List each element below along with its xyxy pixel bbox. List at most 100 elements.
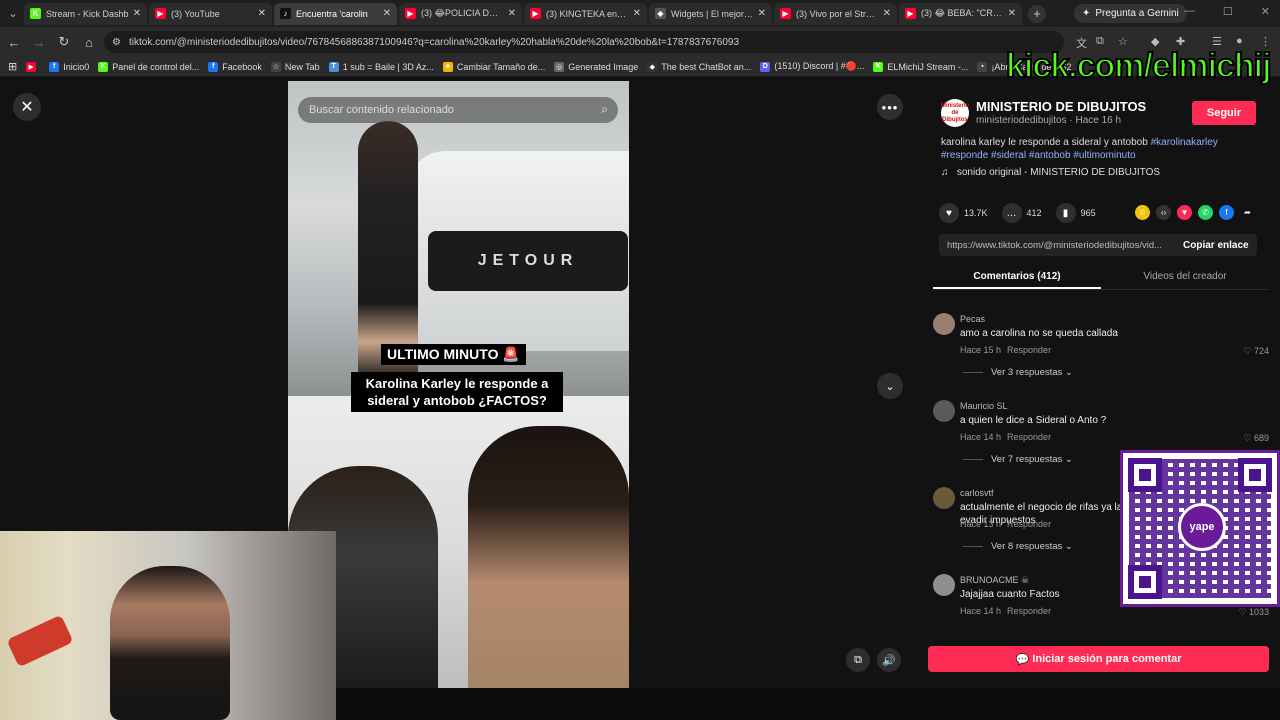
tab-creator-videos[interactable]: Videos del creador <box>1101 265 1269 289</box>
comment-meta: Hace 15 h Responder <box>960 345 1051 355</box>
bookmark-item[interactable]: D (1510) Discord | #🔴... <box>760 61 864 72</box>
floating-player-icon[interactable]: ⧉ <box>846 648 870 672</box>
close-video-button[interactable]: ✕ <box>13 93 41 121</box>
close-tab-icon[interactable]: ✕ <box>383 8 391 19</box>
reply-button[interactable]: Responder <box>1007 606 1051 616</box>
yape-logo: yape <box>1178 503 1226 551</box>
repost-icon[interactable]: ▼ <box>1177 205 1192 220</box>
commenter-name[interactable]: Mauricio SL <box>960 401 1008 411</box>
commenter-avatar[interactable] <box>933 574 955 596</box>
bookmark-label: Generated Image <box>568 61 639 72</box>
webcam-lamp <box>6 614 74 668</box>
view-replies-button[interactable]: Ver 7 respuestas ⌄ <box>963 454 1073 465</box>
reply-button[interactable]: Responder <box>1007 519 1051 529</box>
browser-tab[interactable]: ▶ (3) 😂POLICIA DETIE ✕ <box>399 2 522 25</box>
bookmark-label: Panel de control del... <box>112 61 200 72</box>
close-tab-icon[interactable]: ✕ <box>1008 8 1016 19</box>
comment-like-count: 689 <box>1253 433 1269 443</box>
browser-tab[interactable]: ▶ (3) YouTube ✕ <box>149 2 272 25</box>
save-button[interactable]: ▮ 965 <box>1055 203 1096 223</box>
bookmark-label: New Tab <box>284 61 320 72</box>
comment-like-button[interactable]: ♡ 1033 <box>1238 607 1269 618</box>
gemini-button[interactable]: ✦ Pregunta a Gemini <box>1074 4 1187 23</box>
commenter-name[interactable]: BRUNOACME ☠ <box>960 575 1029 586</box>
reply-button[interactable]: Responder <box>1007 432 1051 442</box>
whatsapp-icon[interactable]: ✆ <box>1198 205 1213 220</box>
close-tab-icon[interactable]: ✕ <box>508 8 516 19</box>
facebook-icon[interactable]: f <box>1219 205 1234 220</box>
profile-avatar-icon[interactable]: ● <box>1236 35 1243 47</box>
embed-icon[interactable]: ‹› <box>1156 205 1171 220</box>
bookmark-item[interactable]: ◎ Generated Image <box>554 61 638 72</box>
streamer-webcam <box>0 531 336 720</box>
more-options-button[interactable]: ••• <box>877 94 903 120</box>
browser-tab[interactable]: K Stream - Kick Dashb ✕ <box>24 2 147 25</box>
friends-share-icon[interactable]: ☺ <box>1135 205 1150 220</box>
follow-button[interactable]: Seguir <box>1192 101 1256 125</box>
apps-grid-icon[interactable]: ⊞ <box>8 60 17 73</box>
volume-icon[interactable]: 🔊 <box>877 648 901 672</box>
commenter-avatar[interactable] <box>933 400 955 422</box>
share-arrow-icon[interactable]: ➦ <box>1240 205 1255 220</box>
close-tab-icon[interactable]: ✕ <box>883 8 891 19</box>
close-tab-icon[interactable]: ✕ <box>133 8 141 19</box>
back-icon[interactable]: ← <box>3 31 25 53</box>
browser-tab[interactable]: ▶ (3) 😂 BEBA: "CRÉEme ✕ <box>899 2 1022 25</box>
browser-tab[interactable]: ◆ Widgets | El mejor so ✕ <box>649 2 772 25</box>
forward-icon[interactable]: → <box>28 31 50 53</box>
reply-button[interactable]: Responder <box>1007 345 1051 355</box>
youtube-bookmark-icon[interactable]: ▶ <box>26 61 40 72</box>
channel-handle[interactable]: ministeriodedibujitos <box>976 115 1067 126</box>
comment-button[interactable]: … 412 <box>1001 203 1042 223</box>
commenter-avatar[interactable] <box>933 487 955 509</box>
bookmark-item[interactable]: f Inicio0 <box>49 61 89 72</box>
maximize-icon[interactable]: ☐ <box>1223 5 1233 18</box>
browser-tab[interactable]: ▶ (3) KINGTEKA encuen ✕ <box>524 2 647 25</box>
new-tab-button[interactable]: + <box>1028 4 1046 23</box>
commenter-avatar[interactable] <box>933 313 955 335</box>
bookmark-favicon-icon: T <box>328 61 339 72</box>
commenter-name[interactable]: carlosvtf <box>960 488 994 498</box>
close-tab-icon[interactable]: ✕ <box>633 8 641 19</box>
related-search-input[interactable]: Buscar contenido relacionado ⌕ <box>298 97 618 123</box>
comment-like-count: 1033 <box>1248 607 1269 617</box>
address-bar[interactable]: ⚙ tiktok.com/@ministeriodedibujitos/vide… <box>104 31 1064 53</box>
login-to-comment-button[interactable]: 💬 Iniciar sesión para comentar <box>928 646 1269 672</box>
minimize-icon[interactable]: — <box>1184 5 1195 18</box>
reload-icon[interactable]: ↻ <box>53 31 75 53</box>
browser-tab[interactable]: ▶ (3) Vivo por el Stream ✕ <box>774 2 897 25</box>
bookmark-item[interactable]: ◆ The best ChatBot an... <box>647 61 751 72</box>
comment-like-button[interactable]: ♡ 689 <box>1243 433 1269 444</box>
bookmark-item[interactable]: f Facebook <box>208 61 262 72</box>
close-tab-icon[interactable]: ✕ <box>258 8 266 19</box>
commenter-name[interactable]: Pecas <box>960 314 985 324</box>
next-video-button[interactable]: ⌄ <box>877 373 903 399</box>
search-icon[interactable]: ⌕ <box>601 102 608 117</box>
browser-tab[interactable]: ♪ Encuentra 'carolin ✕ <box>274 2 397 25</box>
bookmark-item[interactable]: K ELMichiJ Stream -... <box>873 61 968 72</box>
heart-outline-icon: ♡ <box>1243 433 1252 443</box>
tab-comments[interactable]: Comentarios (412) <box>933 265 1101 289</box>
video-player[interactable]: JETOUR Buscar contenido relacionado ⌕ UL… <box>288 81 629 688</box>
bookmark-item[interactable]: ♣ Cambiar Tamaño de... <box>442 61 545 72</box>
view-replies-button[interactable]: Ver 3 respuestas ⌄ <box>963 367 1073 378</box>
bookmark-item[interactable]: ☆ New Tab <box>270 61 320 72</box>
panel-tabs: Comentarios (412) Videos del creador <box>933 265 1269 290</box>
channel-avatar[interactable]: Ministerio de Dibujitos <box>941 99 969 127</box>
home-icon[interactable]: ⌂ <box>78 31 100 53</box>
close-tab-icon[interactable]: ✕ <box>758 8 766 19</box>
close-window-icon[interactable]: ✕ <box>1261 5 1270 18</box>
channel-name[interactable]: MINISTERIO DE DIBUJITOS <box>976 99 1146 114</box>
comment-like-button[interactable]: ♡ 724 <box>1243 346 1269 357</box>
copy-link-button[interactable]: Copiar enlace <box>1183 240 1249 251</box>
comment-icon: 💬 <box>1015 653 1030 666</box>
tab-search-icon[interactable]: ⌄ <box>4 5 22 23</box>
channel-subline: ministeriodedibujitos · Hace 16 h <box>976 115 1122 126</box>
view-replies-button[interactable]: Ver 8 respuestas ⌄ <box>963 541 1073 552</box>
share-link-url[interactable]: https://www.tiktok.com/@ministeriodedibu… <box>939 240 1171 251</box>
site-info-icon[interactable]: ⚙ <box>112 37 121 48</box>
sound-row[interactable]: ♫ sonido original - MINISTERIO DE DIBUJI… <box>941 167 1160 178</box>
bookmark-item[interactable]: T1 sub = Baile | 3D Az... <box>328 61 434 72</box>
like-button[interactable]: ♥ 13.7K <box>939 203 988 223</box>
bookmark-item[interactable]: K Panel de control del... <box>98 61 199 72</box>
